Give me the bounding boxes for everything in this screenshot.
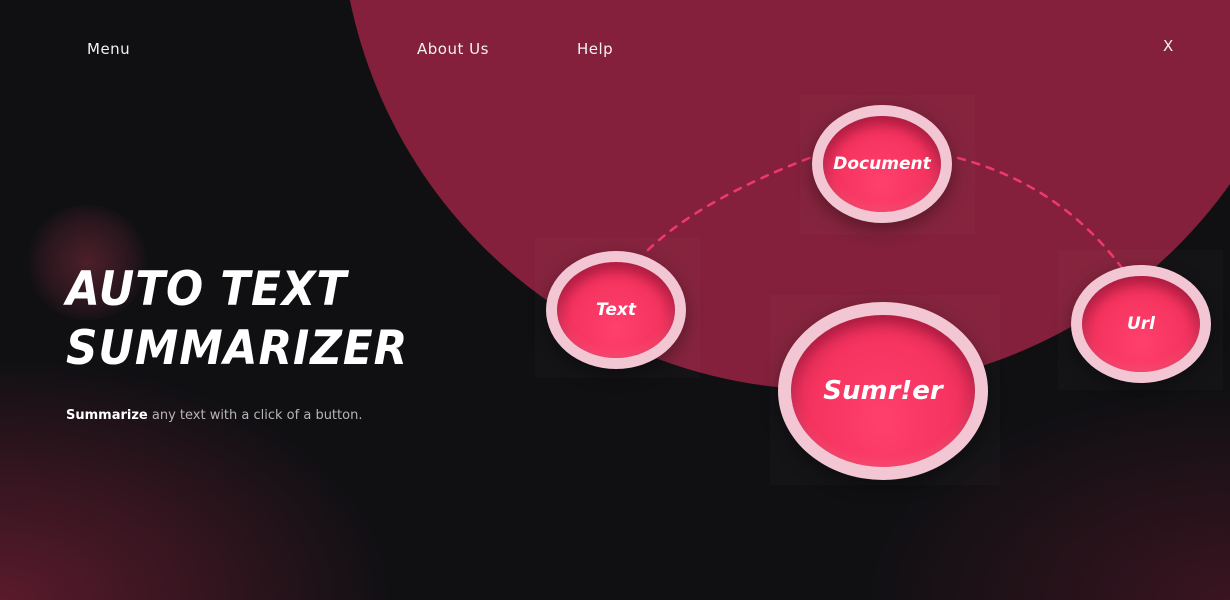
about-us-link[interactable]: About Us bbox=[417, 40, 489, 58]
document-option-button[interactable]: Document bbox=[812, 105, 952, 223]
page-title: AUTO TEXT SUMMARIZER bbox=[66, 260, 408, 378]
url-option-button[interactable]: Url bbox=[1071, 265, 1211, 383]
close-button[interactable]: X bbox=[1163, 37, 1173, 55]
document-option-face: Document bbox=[823, 116, 941, 212]
page-title-line-2: SUMMARIZER bbox=[66, 321, 409, 376]
tagline-text: any text with a click of a button. bbox=[147, 408, 363, 423]
page-title-line-1: AUTO TEXT bbox=[66, 262, 348, 317]
help-link[interactable]: Help bbox=[577, 40, 613, 58]
menu-link[interactable]: Menu bbox=[87, 40, 130, 58]
landing-page: Menu About Us Help X AUTO TEXT SUMMARIZE… bbox=[0, 0, 1230, 600]
tagline: Summarize any text with a click of a but… bbox=[66, 408, 362, 423]
text-option-label: Text bbox=[595, 300, 637, 320]
summarizer-main-face: Sumr!er bbox=[791, 315, 975, 467]
url-option-face: Url bbox=[1082, 276, 1200, 372]
text-option-face: Text bbox=[557, 262, 675, 358]
url-option-label: Url bbox=[1126, 314, 1155, 334]
text-option-button[interactable]: Text bbox=[546, 251, 686, 369]
summarizer-main-button[interactable]: Sumr!er bbox=[778, 302, 988, 480]
tagline-emphasis: Summarize bbox=[66, 408, 148, 423]
document-option-label: Document bbox=[833, 154, 931, 174]
summarizer-main-label: Sumr!er bbox=[823, 376, 943, 406]
